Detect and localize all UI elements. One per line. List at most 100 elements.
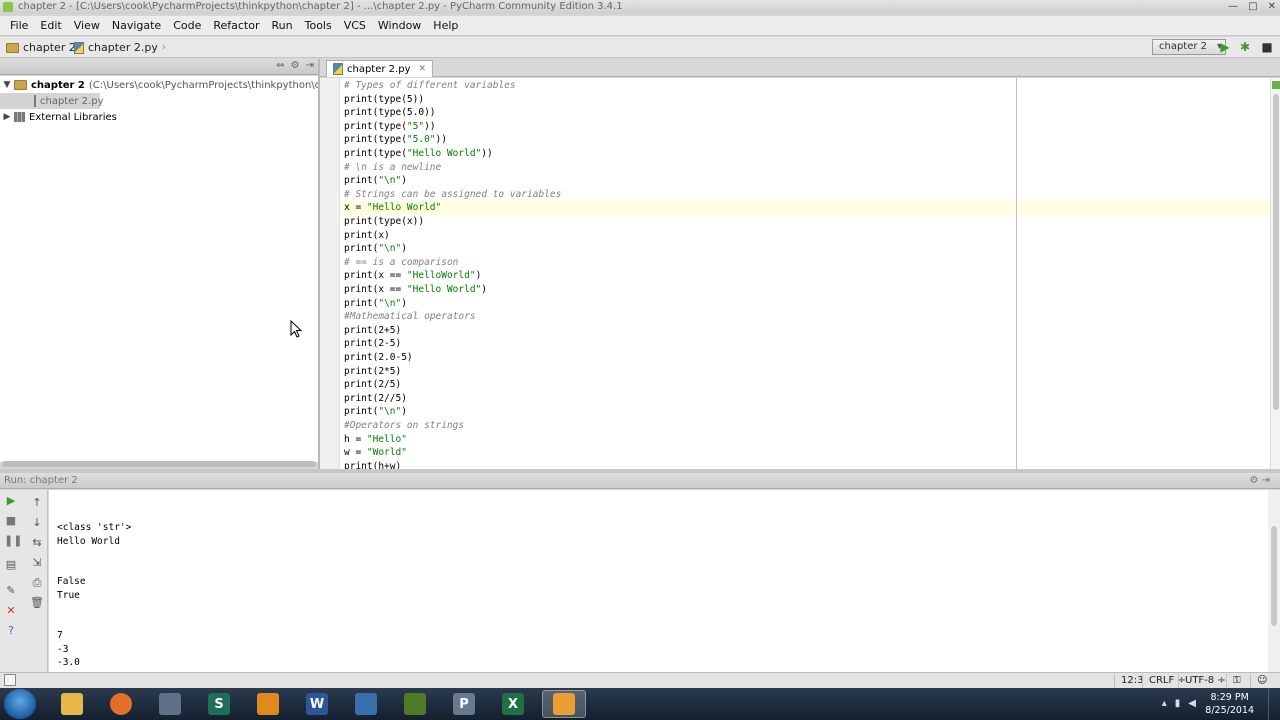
console-scroll-thumb[interactable] xyxy=(1271,526,1277,626)
code-line[interactable]: print(type(5)) xyxy=(344,93,424,107)
code-line[interactable]: #Mathematical operators xyxy=(344,310,476,324)
code-line[interactable]: print(type("Hello World")) xyxy=(344,147,493,161)
taskbar-app-7[interactable] xyxy=(344,690,388,718)
dump-threads-icon[interactable]: ▤ xyxy=(4,558,18,572)
scroll-down-icon[interactable]: ↓ xyxy=(30,516,44,530)
expanded-arrow-icon[interactable]: ▼ xyxy=(0,80,14,90)
breadcrumb-file[interactable]: chapter 2.py › xyxy=(74,40,166,55)
menu-code[interactable]: Code xyxy=(167,16,207,36)
code-line[interactable]: print(2//5) xyxy=(344,392,407,406)
code-line[interactable]: print("\n") xyxy=(344,174,407,188)
taskbar-app-s[interactable]: S xyxy=(197,690,241,718)
code-line[interactable]: print(2-5) xyxy=(344,337,401,351)
code-line[interactable]: # Types of different variables xyxy=(344,79,516,93)
lock-icon[interactable]: ⚿ xyxy=(1226,674,1247,688)
hide-panel-icon[interactable]: ⇥ xyxy=(1262,475,1270,486)
code-line[interactable]: print("\n") xyxy=(344,297,407,311)
stop-icon[interactable]: ■ xyxy=(4,514,18,528)
print-icon[interactable]: ⎙ xyxy=(30,576,44,590)
run-configuration-dropdown[interactable]: chapter 2 ▾ xyxy=(1152,39,1226,55)
code-line[interactable]: print(type("5")) xyxy=(344,120,436,134)
stop-square-icon[interactable]: ■ xyxy=(1260,40,1274,54)
pin-icon[interactable]: ✎ xyxy=(4,584,18,598)
menu-refactor[interactable]: Refactor xyxy=(207,16,265,36)
code-line[interactable]: x = "Hello World" xyxy=(340,201,1270,215)
code-line[interactable]: print("\n") xyxy=(344,405,407,419)
start-button[interactable] xyxy=(4,689,36,719)
code-line[interactable]: h = "Hello" xyxy=(344,433,407,447)
code-line[interactable]: print(x == "Hello World") xyxy=(344,283,487,297)
tray-arrow-icon[interactable]: ▴ xyxy=(1162,698,1167,709)
taskbar-excel[interactable]: X xyxy=(491,690,535,718)
code-line[interactable]: print(type(x)) xyxy=(344,215,424,229)
scroll-up-icon[interactable]: ↑ xyxy=(30,496,44,510)
close-tab-icon[interactable]: ✕ xyxy=(418,64,426,74)
show-desktop-button[interactable] xyxy=(1268,688,1280,720)
rerun-icon[interactable]: ▶ xyxy=(4,494,18,508)
taskbar-app-3[interactable] xyxy=(148,690,192,718)
inspector-icon[interactable]: ☺ xyxy=(1250,674,1273,688)
menu-file[interactable]: File xyxy=(4,16,34,36)
code-line[interactable]: print(x) xyxy=(344,229,390,243)
code-line[interactable]: # \n is a newline xyxy=(344,161,441,175)
network-icon[interactable]: ▮ xyxy=(1175,698,1181,709)
collapse-all-icon[interactable]: ⇔ xyxy=(276,60,284,71)
tool-windows-icon[interactable] xyxy=(4,674,16,686)
run-console-output[interactable]: <class 'str'> Hello World False True 7 -3 -3.0 xyxy=(49,490,1268,672)
clear-all-icon[interactable]: 🗑 xyxy=(30,596,44,610)
taskbar-firefox[interactable] xyxy=(99,690,143,718)
menu-help[interactable]: Help xyxy=(427,16,464,36)
code-editor[interactable]: # Types of different variables print(type… xyxy=(340,78,1270,469)
minimize-button[interactable]: — xyxy=(1228,0,1238,13)
debug-icon[interactable]: ✱ xyxy=(1238,40,1252,54)
menu-navigate[interactable]: Navigate xyxy=(106,16,167,36)
taskbar-pycharm[interactable] xyxy=(542,690,586,718)
code-line[interactable]: print(type("5.0")) xyxy=(344,133,447,147)
code-line[interactable]: print("\n") xyxy=(344,242,407,256)
menu-window[interactable]: Window xyxy=(372,16,427,36)
editor-scroll-thumb[interactable] xyxy=(1273,94,1279,410)
pause-icon[interactable]: ❚❚ xyxy=(4,534,22,548)
taskbar-explorer[interactable] xyxy=(50,690,94,718)
taskbar-app-8[interactable] xyxy=(393,690,437,718)
taskbar-app-p[interactable]: P xyxy=(442,690,486,718)
menu-tools[interactable]: Tools xyxy=(299,16,338,36)
taskbar-app-5[interactable] xyxy=(246,690,290,718)
close-icon[interactable]: ✕ xyxy=(4,604,18,618)
code-line[interactable]: # Strings can be assigned to variables xyxy=(344,188,561,202)
collapsed-arrow-icon[interactable]: ▶ xyxy=(0,112,14,122)
tree-item-file[interactable]: chapter 2.py xyxy=(0,93,103,109)
code-line[interactable]: print(x == "HelloWorld") xyxy=(344,269,481,283)
scroll-to-end-icon[interactable]: ⇲ xyxy=(30,556,44,570)
file-encoding[interactable]: UTF-8 ÷ xyxy=(1178,674,1232,688)
console-scrollbar[interactable] xyxy=(1268,490,1280,672)
code-line[interactable]: print(type(5.0)) xyxy=(344,106,436,120)
close-window-button[interactable]: ✕ xyxy=(1268,0,1276,13)
code-line[interactable]: print(h+w) xyxy=(344,460,401,469)
soft-wrap-icon[interactable]: ⇆ xyxy=(30,536,44,550)
run-icon[interactable]: ▶ xyxy=(1218,40,1232,54)
settings-icon[interactable]: ⚙ xyxy=(1249,475,1258,486)
editor-tab-chapter2[interactable]: chapter 2.py ✕ xyxy=(326,60,434,77)
settings-icon[interactable]: ⚙ xyxy=(291,60,300,71)
menu-run[interactable]: Run xyxy=(266,16,299,36)
project-horizontal-scrollbar[interactable] xyxy=(2,461,316,467)
maximize-button[interactable]: □ xyxy=(1248,0,1257,13)
hide-panel-icon[interactable]: ⇥ xyxy=(306,60,314,71)
menu-view[interactable]: View xyxy=(68,16,106,36)
menu-edit[interactable]: Edit xyxy=(34,16,67,36)
menu-vcs[interactable]: VCS xyxy=(338,16,372,36)
tree-item-external-libraries[interactable]: ▶ External Libraries xyxy=(0,109,117,125)
code-line[interactable]: # == is a comparison xyxy=(344,256,458,270)
volume-icon[interactable]: ◀ xyxy=(1188,698,1196,709)
tree-item-project-root[interactable]: ▼ chapter 2 (C:\Users\cook\PycharmProjec… xyxy=(0,77,367,93)
code-line[interactable]: print(2/5) xyxy=(344,378,401,392)
code-line[interactable]: print(2*5) xyxy=(344,365,401,379)
breadcrumb-folder[interactable]: chapter 2 › xyxy=(6,40,84,55)
help-icon[interactable]: ? xyxy=(4,624,18,638)
editor-scrollbar[interactable] xyxy=(1270,78,1280,469)
code-line[interactable]: #Operators on strings xyxy=(344,419,464,433)
code-line[interactable]: w = "World" xyxy=(344,446,407,460)
clock[interactable]: 8:29 PM 8/25/2014 xyxy=(1205,691,1254,717)
taskbar-word[interactable]: W xyxy=(295,690,339,718)
